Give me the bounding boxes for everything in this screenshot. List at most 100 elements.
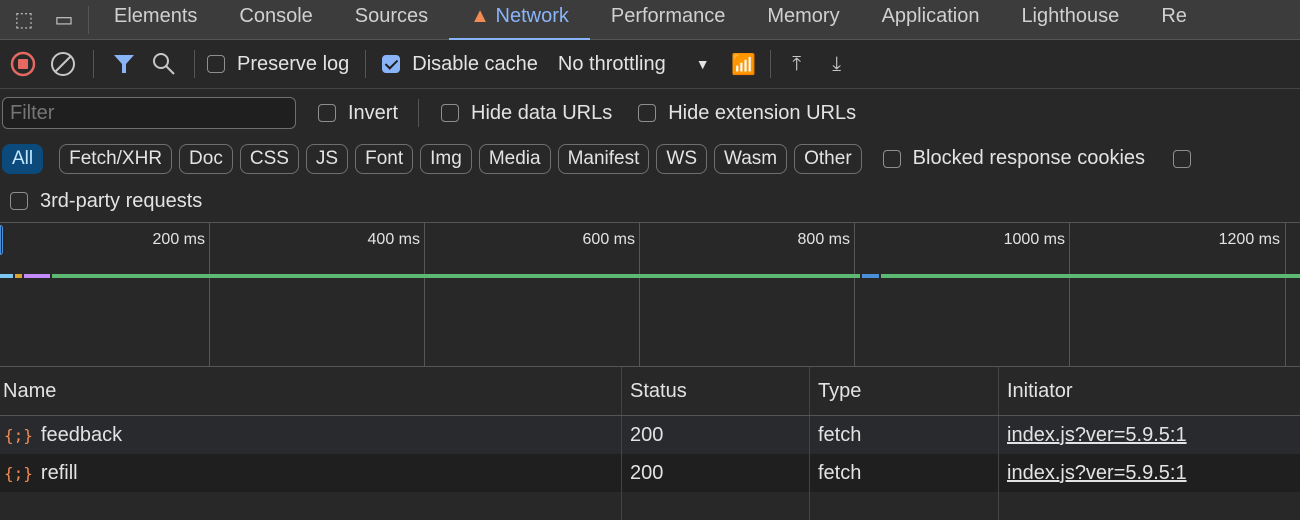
name-cell: {;} refill [0,454,621,492]
tab-network-label: Network [495,4,569,27]
chip-img[interactable]: Img [420,143,472,174]
table-empty-area [0,492,1300,520]
tab-lighthouse[interactable]: Lighthouse [1000,0,1140,40]
initiator-cell: index.js?ver=5.9.5:1 [998,416,1300,454]
timeline-bar-waiting [52,274,860,278]
empty-cell [621,492,809,520]
tab-memory[interactable]: Memory [746,0,860,40]
timeline-bar-waiting [881,274,1300,278]
status-cell: 200 [621,454,809,492]
filter-input[interactable] [2,97,296,129]
col-initiator[interactable]: Initiator [998,367,1300,415]
col-type[interactable]: Type [809,367,998,415]
preserve-log-checkbox[interactable] [207,55,225,73]
empty-cell [998,492,1300,520]
warning-icon: ▲ [470,4,496,27]
blocked-requests-checkbox[interactable] [1173,149,1192,168]
invert-label: Invert [348,101,399,124]
network-conditions-icon[interactable]: 📶 [724,44,764,84]
tab-overflow[interactable]: Re [1140,0,1208,40]
chevron-down-icon: ▼ [695,56,710,72]
timeline-bar-download [862,274,879,278]
grid-line [854,223,855,368]
table-row[interactable]: {;} refill 200 fetch index.js?ver=5.9.5:1 [0,454,1300,492]
col-status[interactable]: Status [621,367,809,415]
third-party-label: 3rd-party requests [40,189,203,212]
grid-line [209,223,210,368]
initiator-link[interactable]: index.js?ver=5.9.5:1 [1007,424,1187,447]
chip-all[interactable]: All [2,143,44,174]
status-cell: 200 [621,416,809,454]
network-toolbar: Preserve log Disable cache No throttling… [0,40,1300,89]
hide-data-urls-label: Hide data URLs [471,101,613,124]
third-party-checkbox[interactable] [10,192,28,210]
col-name[interactable]: Name [0,367,621,415]
grid-line [1069,223,1070,368]
tick-label: 1200 ms [1218,231,1280,248]
chip-fetch-xhr[interactable]: Fetch/XHR [59,143,173,174]
tick-label: 1000 ms [1003,231,1065,248]
devtools-tab-bar: ⬚ ▭ Elements Console Sources ▲ Network P… [0,0,1300,40]
tab-sources[interactable]: Sources [334,0,449,40]
blocked-cookies-checkbox[interactable] [882,149,901,168]
tab-application[interactable]: Application [861,0,1001,40]
chip-ws[interactable]: WS [656,143,707,174]
chip-doc[interactable]: Doc [179,143,233,174]
resource-type-filters: All Fetch/XHR Doc CSS JS Font Img Media … [0,137,1300,180]
initiator-cell: index.js?ver=5.9.5:1 [998,454,1300,492]
blocked-cookies-label: Blocked response cookies [912,147,1146,169]
hide-extension-urls-label: Hide extension URLs [668,101,857,124]
timeline-overview[interactable]: 200 ms 400 ms 600 ms 800 ms 1000 ms 1200… [0,222,1300,368]
timeline-bar-ssl [24,274,50,278]
empty-cell [809,492,998,520]
tick-label: 600 ms [582,231,635,248]
throttling-select[interactable]: No throttling ▼ [558,53,710,76]
tab-console[interactable]: Console [218,0,333,40]
table-row[interactable]: {;} feedback 200 fetch index.js?ver=5.9.5… [0,416,1300,454]
import-har-icon[interactable]: ⤒ [777,44,817,84]
hide-extension-urls-checkbox[interactable] [638,104,657,122]
timeline-bar-queueing [0,274,13,278]
timeline-selection-handle[interactable] [0,225,3,255]
name-cell: {;} feedback [0,416,621,454]
initiator-link[interactable]: index.js?ver=5.9.5:1 [1007,462,1187,485]
invert-checkbox[interactable] [318,104,336,122]
timeline-bar-connect [15,274,22,278]
fetch-icon: {;} [4,425,33,445]
tick-label: 800 ms [797,231,850,248]
device-toolbar-icon[interactable]: ▭ [44,0,84,40]
chip-other[interactable]: Other [794,143,862,174]
chip-font[interactable]: Font [355,143,414,174]
tab-elements[interactable]: Elements [93,0,218,40]
grid-line [639,223,640,368]
inspect-element-icon[interactable]: ⬚ [4,0,44,40]
chip-wasm[interactable]: Wasm [714,143,788,174]
third-party-row: 3rd-party requests [0,180,1300,222]
clear-icon[interactable] [43,44,83,84]
throttling-value: No throttling [557,52,666,75]
chip-css[interactable]: CSS [239,143,299,174]
type-cell: fetch [809,416,998,454]
filter-icon[interactable] [104,44,144,84]
chip-manifest[interactable]: Manifest [557,143,650,174]
tab-performance[interactable]: Performance [590,0,747,40]
grid-line [424,223,425,368]
chip-media[interactable]: Media [478,143,551,174]
stop-recording-icon[interactable] [3,44,43,84]
chip-js[interactable]: JS [305,143,349,174]
disable-cache-checkbox[interactable] [382,55,401,73]
export-har-icon[interactable]: ⤓ [817,44,857,84]
request-name: feedback [40,423,123,446]
filter-row: Invert Hide data URLs Hide extension URL… [0,89,1300,137]
tick-label: 200 ms [152,231,205,248]
preserve-log-label: Preserve log [237,52,350,75]
search-icon[interactable] [144,44,184,84]
hide-data-urls-checkbox[interactable] [441,104,460,122]
tick-label: 400 ms [367,231,420,248]
disable-cache-label: Disable cache [412,52,538,75]
type-cell: fetch [809,454,998,492]
tab-network[interactable]: ▲ Network [449,0,590,40]
request-name: refill [40,461,78,484]
grid-line [1285,223,1286,368]
fetch-icon: {;} [4,463,33,483]
